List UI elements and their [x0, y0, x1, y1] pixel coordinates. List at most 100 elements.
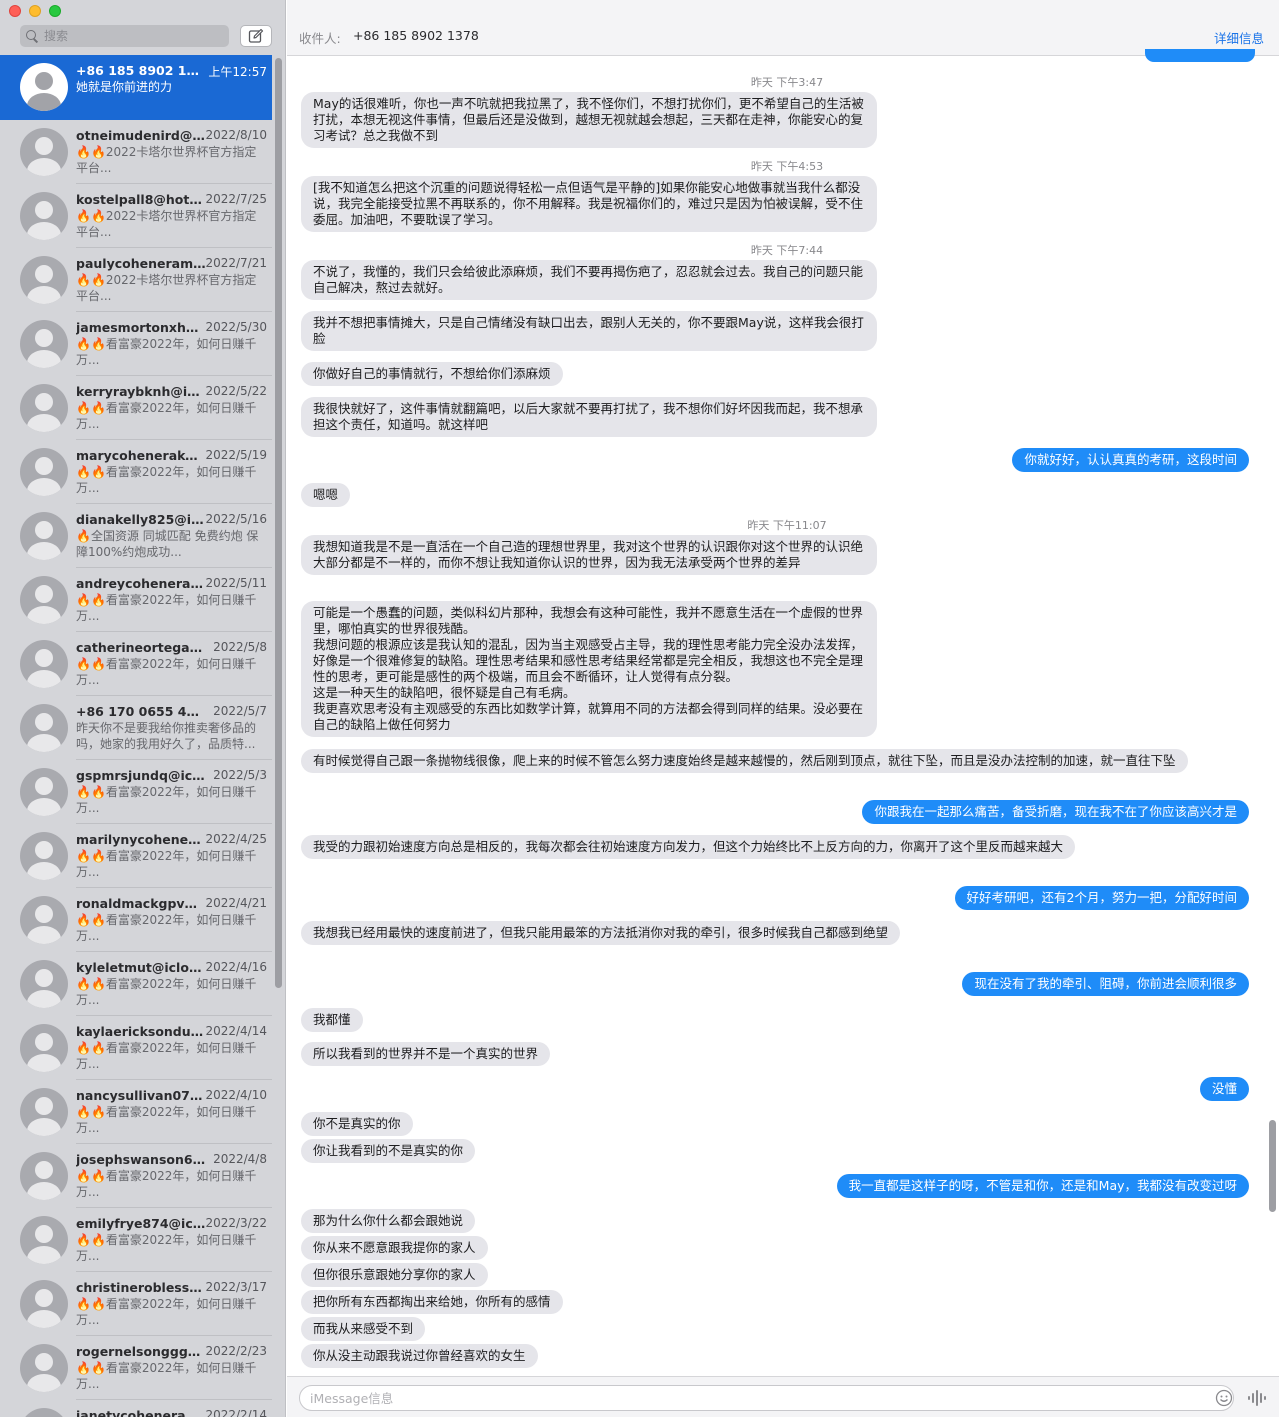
conversation-preview: 🔥🔥看富豪2022年，如何日赚千万...: [76, 1297, 257, 1327]
conversation-name: jamesmortonxhej@...: [76, 320, 206, 335]
conversation-preview: 🔥🔥看富豪2022年，如何日赚千万...: [76, 401, 257, 431]
conversation-name: paulycoheneramjgs...: [76, 256, 206, 271]
details-button[interactable]: 详细信息: [1214, 28, 1264, 47]
incoming-message-bubble[interactable]: May的话很难听，你也一声不吭就把我拉黑了，我不怪你们，不想打扰你们，更不希望自…: [301, 92, 877, 148]
search-input[interactable]: [44, 29, 214, 43]
sidebar-scrollbar[interactable]: [275, 58, 282, 988]
incoming-message-bubble[interactable]: 你做好自己的事情就行，不想给你们添麻烦: [301, 362, 563, 386]
incoming-message-bubble[interactable]: [我不知道怎么把这个沉重的问题说得轻松一点但语气是平静的]如果你能安心地做事就当…: [301, 176, 877, 232]
incoming-message-bubble[interactable]: 你从没主动跟我说过你曾经喜欢的女生: [301, 1344, 538, 1368]
incoming-message-bubble[interactable]: 我很快就好了，这件事情就翻篇吧，以后大家就不要再打扰了，我不想你们好坏因我而起，…: [301, 397, 877, 437]
message-input[interactable]: [299, 1385, 1234, 1411]
transcript-scrollbar[interactable]: [1269, 1120, 1276, 1212]
conversation-item[interactable]: +86 185 8902 1378 上午12:57 她就是你前进的力: [0, 55, 272, 120]
conversation-item[interactable]: rogernelsongggt@i...2022/2/23 🔥🔥看富豪2022年，…: [0, 1336, 272, 1400]
conversation-list: +86 185 8902 1378 上午12:57 她就是你前进的力 otneimud…: [0, 55, 272, 1417]
conversation-name: christineroblesspo...: [76, 1280, 206, 1295]
message-timestamp: 昨天 下午7:44: [750, 244, 824, 257]
incoming-message-bubble[interactable]: 嗯嗯: [301, 483, 351, 507]
message-timestamp: 昨天 下午3:47: [750, 76, 824, 89]
contact-avatar-icon: [20, 512, 68, 560]
conversation-pane: 收件人: +86 185 8902 1378 详细信息 昨天 下午3:47 May…: [287, 0, 1279, 1417]
incoming-message-bubble[interactable]: 我都懂: [301, 1008, 363, 1032]
conversation-preview: 🔥🔥看富豪2022年，如何日赚千万...: [76, 1361, 257, 1391]
contact-avatar-icon: [20, 1088, 68, 1136]
incoming-message-bubble[interactable]: 你不是真实的你: [301, 1112, 413, 1136]
incoming-message-bubble[interactable]: 不说了，我懂的，我们只会给彼此添麻烦，我们不要再揭伤疤了，忍忍就会过去。我自己的…: [301, 260, 877, 300]
conversation-item[interactable]: dianakelly825@iclo...2022/5/16 🔥全国资源 同城匹配…: [0, 504, 272, 568]
contact-avatar-icon: [20, 960, 68, 1008]
previous-message-bubble-edge: [1145, 49, 1255, 62]
conversation-item[interactable]: kerryraybknh@iclo...2022/5/22 🔥🔥看富豪2022年，…: [0, 376, 272, 440]
outgoing-message-bubble[interactable]: 现在没有了我的牵引、阻碍，你前进会顺利很多: [962, 972, 1249, 996]
conversation-date: 2022/5/3: [213, 768, 267, 782]
minimize-window-button[interactable]: [29, 5, 41, 17]
contact-avatar-icon: [20, 63, 68, 111]
outgoing-message-bubble[interactable]: 没懂: [1199, 1077, 1249, 1101]
incoming-message-bubble[interactable]: 我并不想把事情摊大，只是自己情绪没有缺口出去，跟别人无关的，你不要跟May说，这…: [301, 311, 877, 351]
contact-avatar-icon: [20, 1280, 68, 1328]
message-timestamp: 昨天 下午4:53: [750, 160, 824, 173]
conversation-item[interactable]: marilynycoheneray...2022/4/25 🔥🔥看富豪2022年，…: [0, 824, 272, 888]
outgoing-message-bubble[interactable]: 好好考研吧，还有2个月，努力一把，分配好时间: [954, 886, 1249, 910]
contact-avatar-icon: [20, 448, 68, 496]
conversation-item[interactable]: paulycoheneramjgs...2022/7/21 🔥🔥2022卡塔尔世界…: [0, 248, 272, 312]
conversation-item[interactable]: +86 170 0655 4097 2022/5/7 昨天你不是要我给你推卖奢侈品的…: [0, 696, 272, 760]
incoming-message-bubble[interactable]: 但你很乐意跟她分享你的家人: [301, 1263, 488, 1287]
conversation-item[interactable]: ronaldmackgpv@icl...2022/4/21 🔥🔥看富豪2022年，…: [0, 888, 272, 952]
outgoing-message-bubble[interactable]: 你跟我在一起那么痛苦，备受折磨，现在我不在了你应该高兴才是: [862, 800, 1249, 824]
conversation-item[interactable]: otneimudenird@ho...2022/8/10 🔥🔥2022卡塔尔世界杯…: [0, 120, 272, 184]
outgoing-message-bubble[interactable]: 我一直都是这样子的呀，不管是和你，还是和May，我都没有改变过呀: [836, 1174, 1249, 1198]
incoming-message-bubble[interactable]: 你让我看到的不是真实的你: [301, 1139, 476, 1163]
conversation-item[interactable]: emilyfrye874@iclo... 2022/3/22 🔥🔥看富豪2022年，…: [0, 1208, 272, 1272]
conversation-date: 2022/5/16: [205, 512, 267, 526]
conversation-preview: 昨天你不是要我给你推卖奢侈品的吗，她家的我用好久了，品质特...: [76, 721, 257, 751]
audio-waveform-icon[interactable]: [1247, 1389, 1267, 1407]
conversation-date: 2022/4/10: [205, 1088, 267, 1102]
conversation-item[interactable]: jamesmortonxhej@...2022/5/30 🔥🔥看富豪2022年，如…: [0, 312, 272, 376]
recipient-value[interactable]: +86 185 8902 1378: [353, 28, 479, 43]
incoming-message-bubble[interactable]: 可能是一个愚蠢的问题，类似科幻片那种，我想会有这种可能性，我并不愿意生活在一个虚…: [301, 601, 877, 737]
incoming-message-bubble[interactable]: 你从来不愿意跟我提你的家人: [301, 1236, 488, 1260]
conversation-item[interactable]: christineroblesspo...2022/3/17 🔥🔥看富豪2022年…: [0, 1272, 272, 1336]
contact-avatar-icon: [20, 1408, 68, 1417]
sidebar: +86 185 8902 1378上午12:57 她就是你前进的力 otneimud…: [0, 0, 286, 1417]
incoming-message-bubble[interactable]: 我想知道我是不是一直活在一个自己造的理想世界里，我对这个世界的认识跟你对这个世界…: [301, 535, 877, 575]
incoming-message-bubble[interactable]: 所以我看到的世界并不是一个真实的世界: [301, 1042, 551, 1066]
conversation-item[interactable]: kaylaericksondue@...2022/4/14 🔥🔥看富豪2022年，…: [0, 1016, 272, 1080]
conversation-date: 2022/5/8: [213, 640, 267, 654]
conversation-name: emilyfrye874@iclo...: [76, 1216, 206, 1231]
conversation-item[interactable]: janetycoheneranr@...2022/2/14: [0, 1400, 272, 1417]
contact-avatar-icon: [20, 576, 68, 624]
incoming-message-bubble[interactable]: 我想我已经用最快的速度前进了，但我只能用最笨的方法抵消你对我的牵引，很多时候我自…: [301, 921, 901, 945]
recipient-label: 收件人:: [299, 31, 341, 46]
conversation-preview: 🔥🔥看富豪2022年，如何日赚千万...: [76, 593, 257, 623]
incoming-message-bubble[interactable]: 那为什么你什么都会跟她说: [301, 1209, 476, 1233]
incoming-message-bubble[interactable]: 而我从来感受不到: [301, 1317, 426, 1341]
conversation-preview: 🔥🔥看富豪2022年，如何日赚千万...: [76, 337, 257, 367]
conversation-item[interactable]: marycoheneraked... 2022/5/19 🔥🔥看富豪2022年，如何…: [0, 440, 272, 504]
contact-avatar-icon: [20, 704, 68, 752]
zoom-window-button[interactable]: [49, 5, 61, 17]
conversation-item[interactable]: josephswanson687... 2022/4/8 🔥🔥看富豪2022年，如何…: [0, 1144, 272, 1208]
incoming-message-bubble[interactable]: 我受的力跟初始速度方向总是相反的，我每次都会往初始速度方向发力，但这个力始终比不…: [301, 835, 1076, 859]
conversation-item[interactable]: nancysullivan0782...2022/4/10 🔥🔥看富豪2022年，…: [0, 1080, 272, 1144]
emoji-icon[interactable]: [1215, 1389, 1233, 1407]
conversation-name: ronaldmackgpv@icl...: [76, 896, 206, 911]
conversation-date: 2022/5/22: [205, 384, 267, 398]
conversation-date: 2022/5/19: [205, 448, 267, 462]
conversation-name: andreycoheneranwi...: [76, 576, 206, 591]
outgoing-message-bubble[interactable]: 你就好好，认认真真的考研，这段时间: [1012, 448, 1249, 472]
search-box[interactable]: [20, 25, 229, 47]
conversation-item[interactable]: andreycoheneranwi...2022/5/11 🔥🔥看富豪2022年，…: [0, 568, 272, 632]
close-window-button[interactable]: [9, 5, 21, 17]
contact-avatar-icon: [20, 128, 68, 176]
incoming-message-bubble[interactable]: 有时候觉得自己跟一条抛物线很像，爬上来的时候不管怎么努力速度始终是越来越慢的，然…: [301, 749, 1188, 773]
conversation-item[interactable]: kyleletmut@icloud....2022/4/16 🔥🔥看富豪2022年…: [0, 952, 272, 1016]
incoming-message-bubble[interactable]: 把你所有东西都掏出来给她，你所有的感情: [301, 1290, 563, 1314]
conversation-item[interactable]: gspmrsjundq@iclou... 2022/5/3 🔥🔥看富豪2022年，如…: [0, 760, 272, 824]
compose-button[interactable]: [240, 25, 272, 47]
conversation-item[interactable]: catherineortegakjra... 2022/5/8 🔥🔥看富豪2022年…: [0, 632, 272, 696]
conversation-date: 2022/3/17: [205, 1280, 267, 1294]
conversation-item[interactable]: kostelpall8@hotma...2022/7/25 🔥🔥2022卡塔尔世界…: [0, 184, 272, 248]
